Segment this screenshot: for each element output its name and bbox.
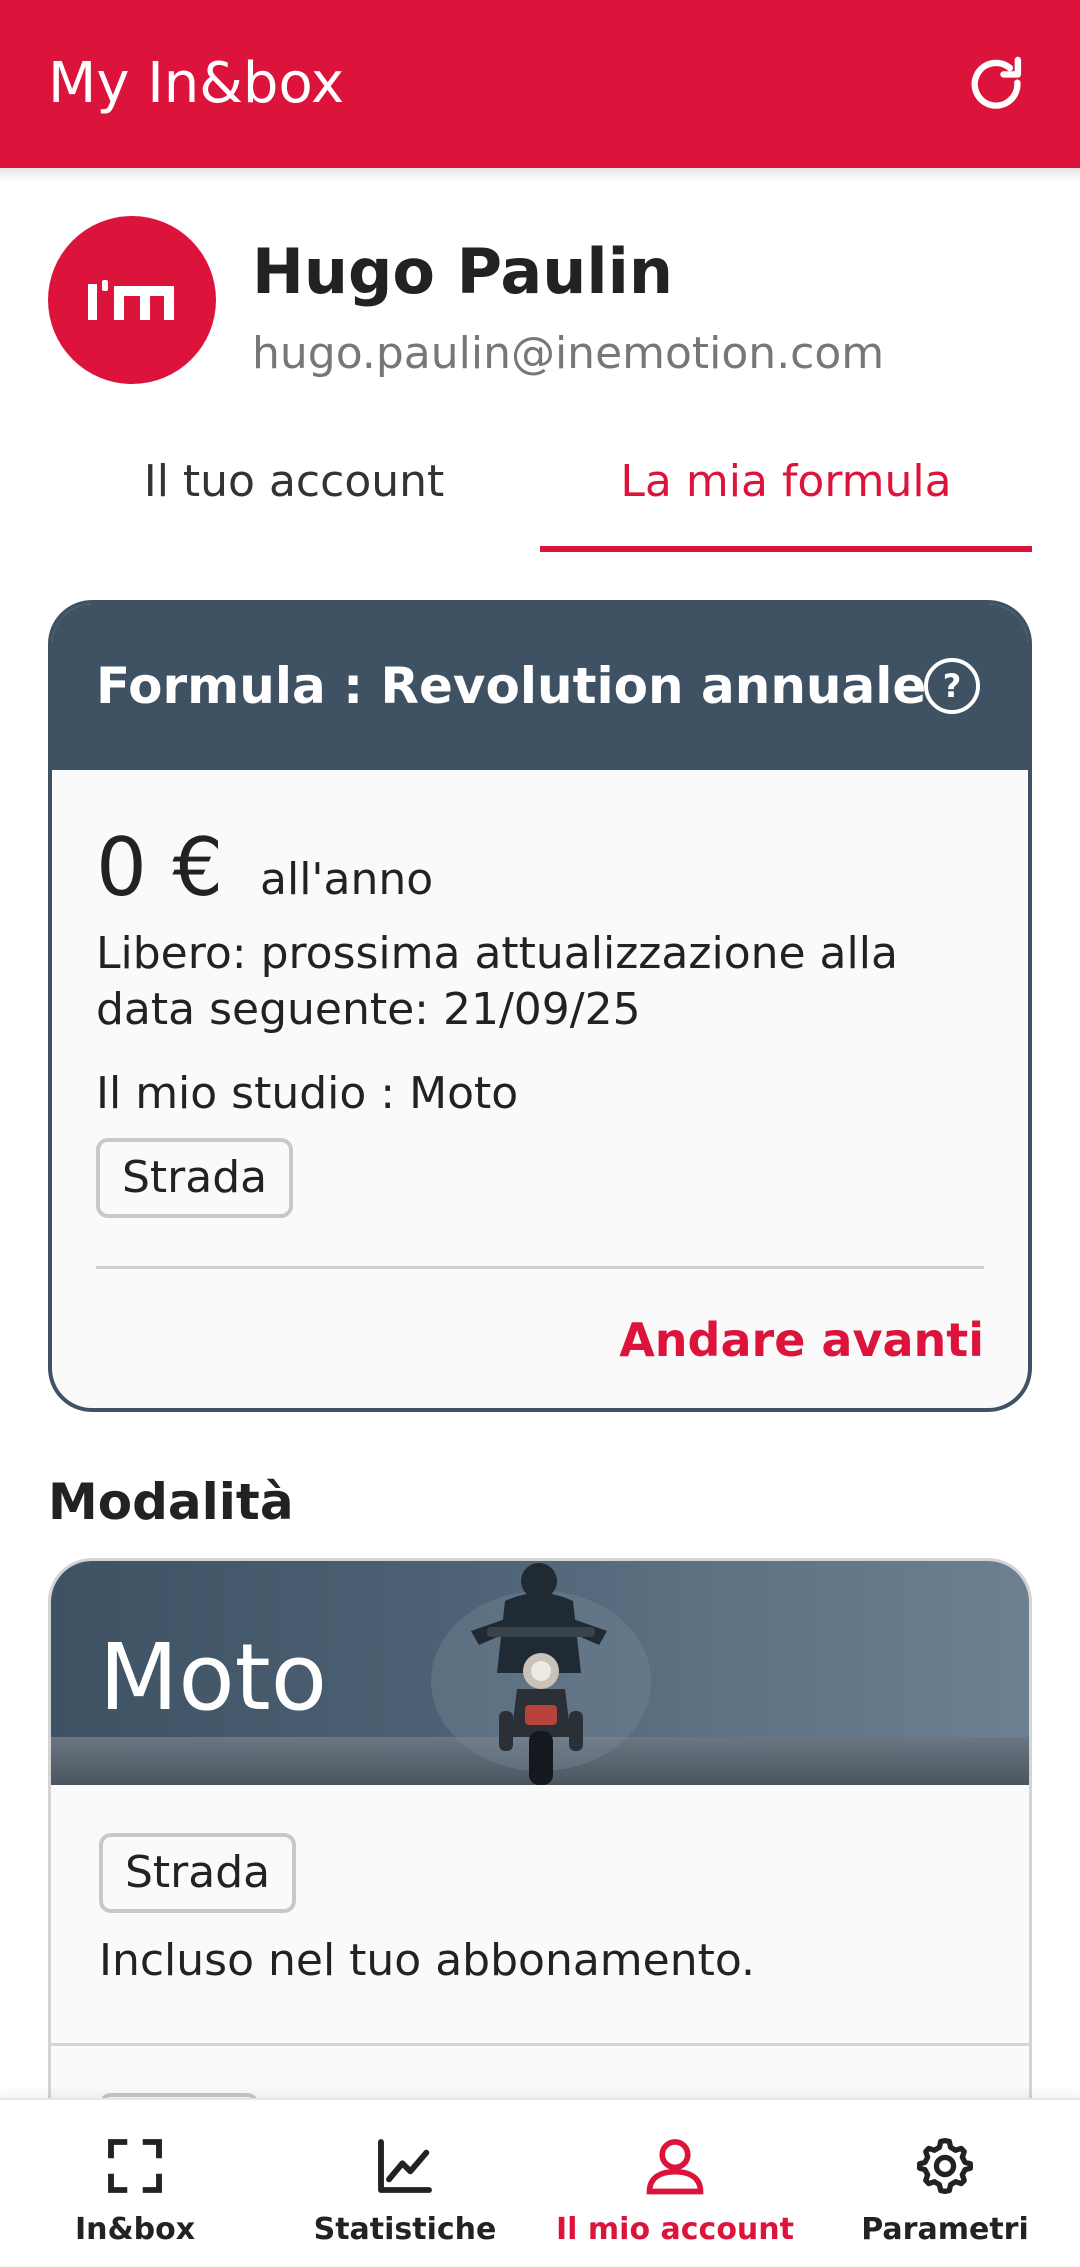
- tab-formula[interactable]: La mia formula: [540, 440, 1032, 552]
- nav-label-statistics: Statistiche: [313, 2212, 497, 2247]
- nav-label-account: Il mio account: [556, 2212, 794, 2247]
- brand-logo-icon: [88, 280, 174, 320]
- chart-line-icon: [365, 2126, 445, 2206]
- card-divider: [96, 1266, 984, 1269]
- mode-chip: Strada: [99, 1833, 297, 1913]
- user-name: Hugo Paulin: [252, 235, 673, 308]
- discipline-chip: Strada: [96, 1138, 294, 1218]
- refresh-button[interactable]: [956, 44, 1036, 124]
- tab-account[interactable]: Il tuo account: [48, 440, 540, 552]
- formula-card-header: Formula : Revolution annuale ?: [52, 604, 1028, 770]
- price-period: all'anno: [260, 854, 434, 905]
- scan-frame-icon: [95, 2126, 175, 2206]
- tab-account-label: Il tuo account: [143, 456, 445, 507]
- nav-item-account[interactable]: Il mio account: [540, 2100, 810, 2267]
- nav-item-settings[interactable]: Parametri: [810, 2100, 1080, 2267]
- formula-card: Formula : Revolution annuale ? 0 € all'a…: [48, 600, 1032, 1412]
- refresh-icon: [971, 56, 1022, 109]
- nav-label-settings: Parametri: [861, 2212, 1029, 2247]
- help-button[interactable]: ?: [924, 658, 980, 714]
- app-title: My In&box: [48, 51, 345, 116]
- price-amount: 0 €: [96, 821, 224, 914]
- user-icon: [635, 2126, 715, 2206]
- section-title: Modalità: [48, 1473, 294, 1531]
- app-bar-shadow: [0, 168, 1080, 182]
- mode-description: Incluso nel tuo abbonamento.: [99, 1935, 756, 1986]
- studio-info: Il mio studio : Moto: [96, 1068, 519, 1119]
- tab-formula-label: La mia formula: [620, 456, 952, 507]
- bottom-nav: In&box Statistiche Il mio account Parame…: [0, 2098, 1080, 2267]
- help-circle-icon: ?: [942, 667, 962, 705]
- nav-item-statistics[interactable]: Statistiche: [270, 2100, 540, 2267]
- app-bar: My In&box: [0, 0, 1080, 168]
- tab-indicator: [540, 546, 1032, 552]
- gear-icon: [905, 2126, 985, 2206]
- nav-item-inbox[interactable]: In&box: [0, 2100, 270, 2267]
- avatar: [48, 216, 216, 384]
- go-forward-link[interactable]: Andare avanti: [619, 1308, 984, 1372]
- mode-title: Moto: [99, 1624, 328, 1731]
- nav-label-inbox: In&box: [74, 2212, 196, 2247]
- mode-hero-image: Moto: [51, 1561, 1029, 1785]
- renewal-info: Libero: prossima attualizzazione alla da…: [96, 928, 898, 1035]
- mode-divider: [51, 2043, 1029, 2046]
- user-email: hugo.paulin@inemotion.com: [252, 328, 885, 379]
- formula-title: Formula : Revolution annuale: [96, 657, 927, 715]
- motorcycle-rider-image: [431, 1563, 651, 1785]
